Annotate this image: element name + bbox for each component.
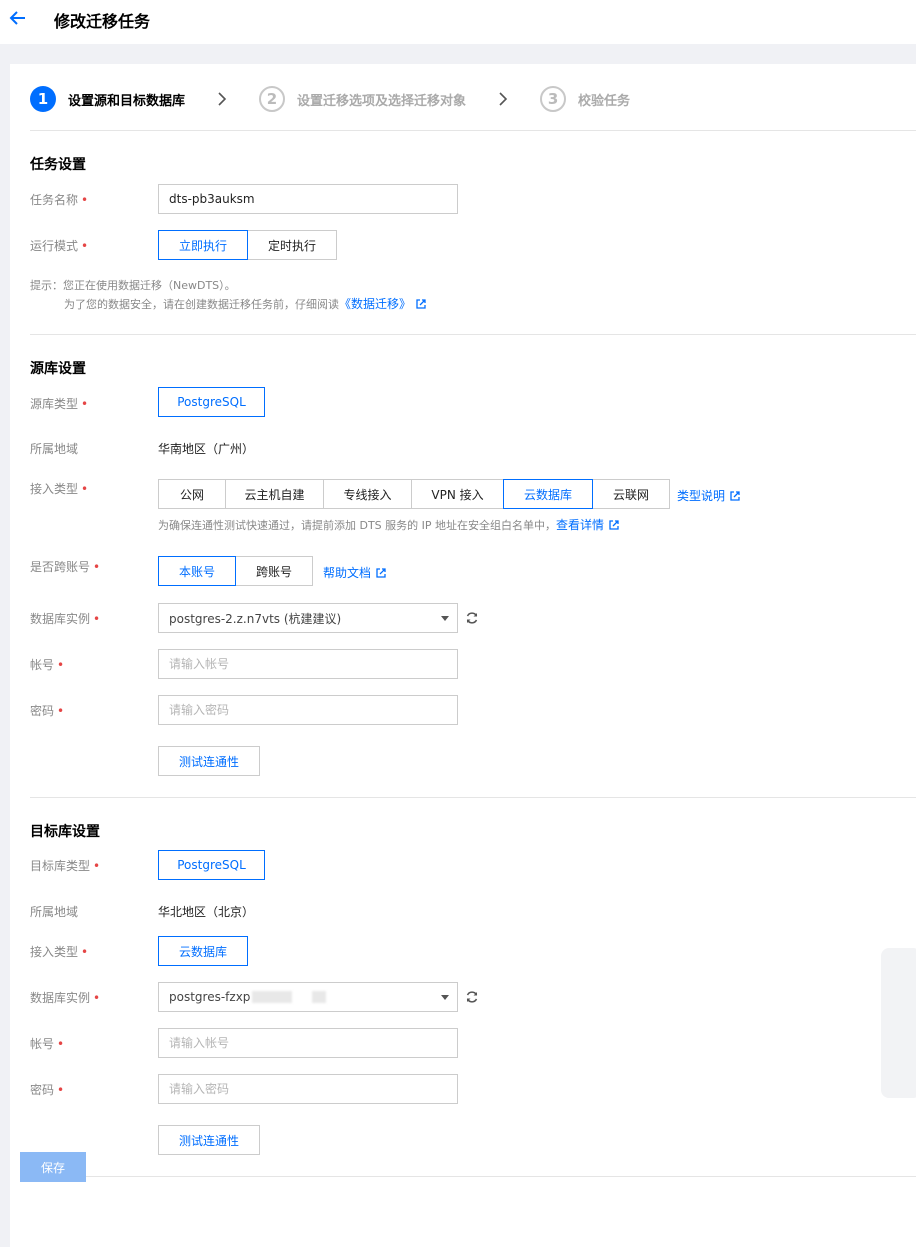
step-1: 1 设置源和目标数据库 <box>30 86 185 112</box>
step-3: 3 校验任务 <box>540 86 630 112</box>
task-section-title: 任务设置 <box>30 157 86 173</box>
caret-down-icon <box>441 616 449 621</box>
back-arrow-icon[interactable] <box>8 8 28 28</box>
step-number: 1 <box>30 86 56 112</box>
source-instance-select[interactable]: postgres-2.z.n7vts (杭建建议) <box>158 603 458 633</box>
run-mode-scheduled[interactable]: 定时执行 <box>247 230 337 260</box>
source-type-postgresql[interactable]: PostgreSQL <box>158 387 265 417</box>
access-type-help-link[interactable]: 类型说明 <box>677 487 740 504</box>
chevron-right-icon <box>218 92 227 106</box>
task-hint-line2: 为了您的数据安全，请在创建数据迁移任务前，仔细阅读 《数据迁移》 <box>64 295 426 314</box>
step-label: 校验任务 <box>578 93 631 109</box>
refresh-icon[interactable] <box>465 990 479 1004</box>
chevron-right-icon <box>499 92 508 106</box>
divider <box>30 797 916 798</box>
source-password-input[interactable] <box>158 695 458 725</box>
top-bar: 修改迁移任务 <box>0 0 916 44</box>
target-region-label: 所属地域 <box>30 905 79 919</box>
cross-account-label: 是否跨账号 • <box>30 560 101 574</box>
step-number: 3 <box>540 86 567 112</box>
target-account-label: 帐号 • <box>30 1037 65 1051</box>
source-instance-label: 数据库实例 • <box>30 612 101 626</box>
run-mode-immediate[interactable]: 立即执行 <box>158 230 248 260</box>
source-account-label: 帐号 • <box>30 658 65 672</box>
external-link-icon <box>416 299 426 309</box>
cross-account-other[interactable]: 跨账号 <box>235 556 313 586</box>
refresh-icon[interactable] <box>465 611 479 625</box>
divider <box>30 1176 916 1177</box>
source-section-title: 源库设置 <box>30 361 86 377</box>
target-password-label: 密码 • <box>30 1083 65 1097</box>
caret-down-icon <box>441 995 449 1000</box>
target-instance-label: 数据库实例 • <box>30 991 101 1005</box>
divider <box>30 334 916 335</box>
task-name-label: 任务名称 • <box>30 193 89 207</box>
source-access-type-toggle: 公网 云主机自建 专线接入 VPN 接入 云数据库 云联网 <box>158 479 670 509</box>
target-region-value: 华北地区（北京） <box>158 905 255 919</box>
access-option-ccn[interactable]: 云联网 <box>592 479 670 509</box>
task-name-input[interactable] <box>158 184 458 214</box>
run-mode-toggle: 立即执行 定时执行 <box>158 230 337 260</box>
target-section-title: 目标库设置 <box>30 824 100 840</box>
step-number: 2 <box>259 86 286 112</box>
view-details-link[interactable]: 查看详情 <box>556 516 619 534</box>
floating-side-panel[interactable] <box>881 948 916 1098</box>
redacted-mask <box>252 991 293 1003</box>
step-label: 设置迁移选项及选择迁移对象 <box>297 93 467 109</box>
target-account-input[interactable] <box>158 1028 458 1058</box>
source-access-hint: 为确保连通性测试快速通过，请提前添加 DTS 服务的 IP 地址在安全组白名单中… <box>158 516 619 535</box>
external-link-icon <box>609 520 619 530</box>
source-password-label: 密码 • <box>30 704 65 718</box>
access-option-direct-connect[interactable]: 专线接入 <box>323 479 412 509</box>
source-region-value: 华南地区（广州） <box>158 442 255 456</box>
selected-value: postgres-fzxp <box>169 990 251 1004</box>
source-account-input[interactable] <box>158 649 458 679</box>
cross-account-toggle: 本账号 跨账号 <box>158 556 313 586</box>
source-access-label: 接入类型 • <box>30 482 89 496</box>
task-hint-line1: 提示：您正在使用数据迁移（NewDTS）。 <box>30 279 236 292</box>
data-migration-doc-link[interactable]: 《数据迁移》 <box>339 295 426 313</box>
form-card: 1 设置源和目标数据库 2 设置迁移选项及选择迁移对象 3 校验任务 任务设置 … <box>10 64 916 1247</box>
access-option-public[interactable]: 公网 <box>158 479 226 509</box>
target-password-input[interactable] <box>158 1074 458 1104</box>
save-button[interactable]: 保存 <box>20 1152 86 1182</box>
page-title: 修改迁移任务 <box>54 12 151 31</box>
source-region-label: 所属地域 <box>30 442 79 456</box>
selected-value: postgres-2.z.n7vts (杭建建议) <box>169 611 342 626</box>
stepper: 1 设置源和目标数据库 2 设置迁移选项及选择迁移对象 3 校验任务 <box>30 84 630 114</box>
target-test-connection-button[interactable]: 测试连通性 <box>158 1125 260 1155</box>
redacted-mask <box>312 991 327 1003</box>
step-label: 设置源和目标数据库 <box>68 93 186 109</box>
target-instance-select[interactable]: postgres-fzxp <box>158 982 458 1012</box>
source-type-label: 源库类型 • <box>30 397 89 411</box>
help-doc-link[interactable]: 帮助文档 <box>323 564 386 581</box>
step-2: 2 设置迁移选项及选择迁移对象 <box>259 86 466 112</box>
target-type-postgresql[interactable]: PostgreSQL <box>158 850 265 880</box>
divider <box>30 130 916 131</box>
access-option-vpn[interactable]: VPN 接入 <box>411 479 504 509</box>
source-test-connection-button[interactable]: 测试连通性 <box>158 746 260 776</box>
target-type-label: 目标库类型 • <box>30 859 101 873</box>
external-link-icon <box>376 567 386 578</box>
access-option-cvm[interactable]: 云主机自建 <box>225 479 324 509</box>
external-link-icon <box>730 490 740 501</box>
access-option-cloud-db[interactable]: 云数据库 <box>503 479 593 509</box>
cross-account-same[interactable]: 本账号 <box>158 556 236 586</box>
target-access-label: 接入类型 • <box>30 945 89 959</box>
target-access-cloud-db[interactable]: 云数据库 <box>158 936 248 966</box>
run-mode-label: 运行模式 • <box>30 239 89 253</box>
